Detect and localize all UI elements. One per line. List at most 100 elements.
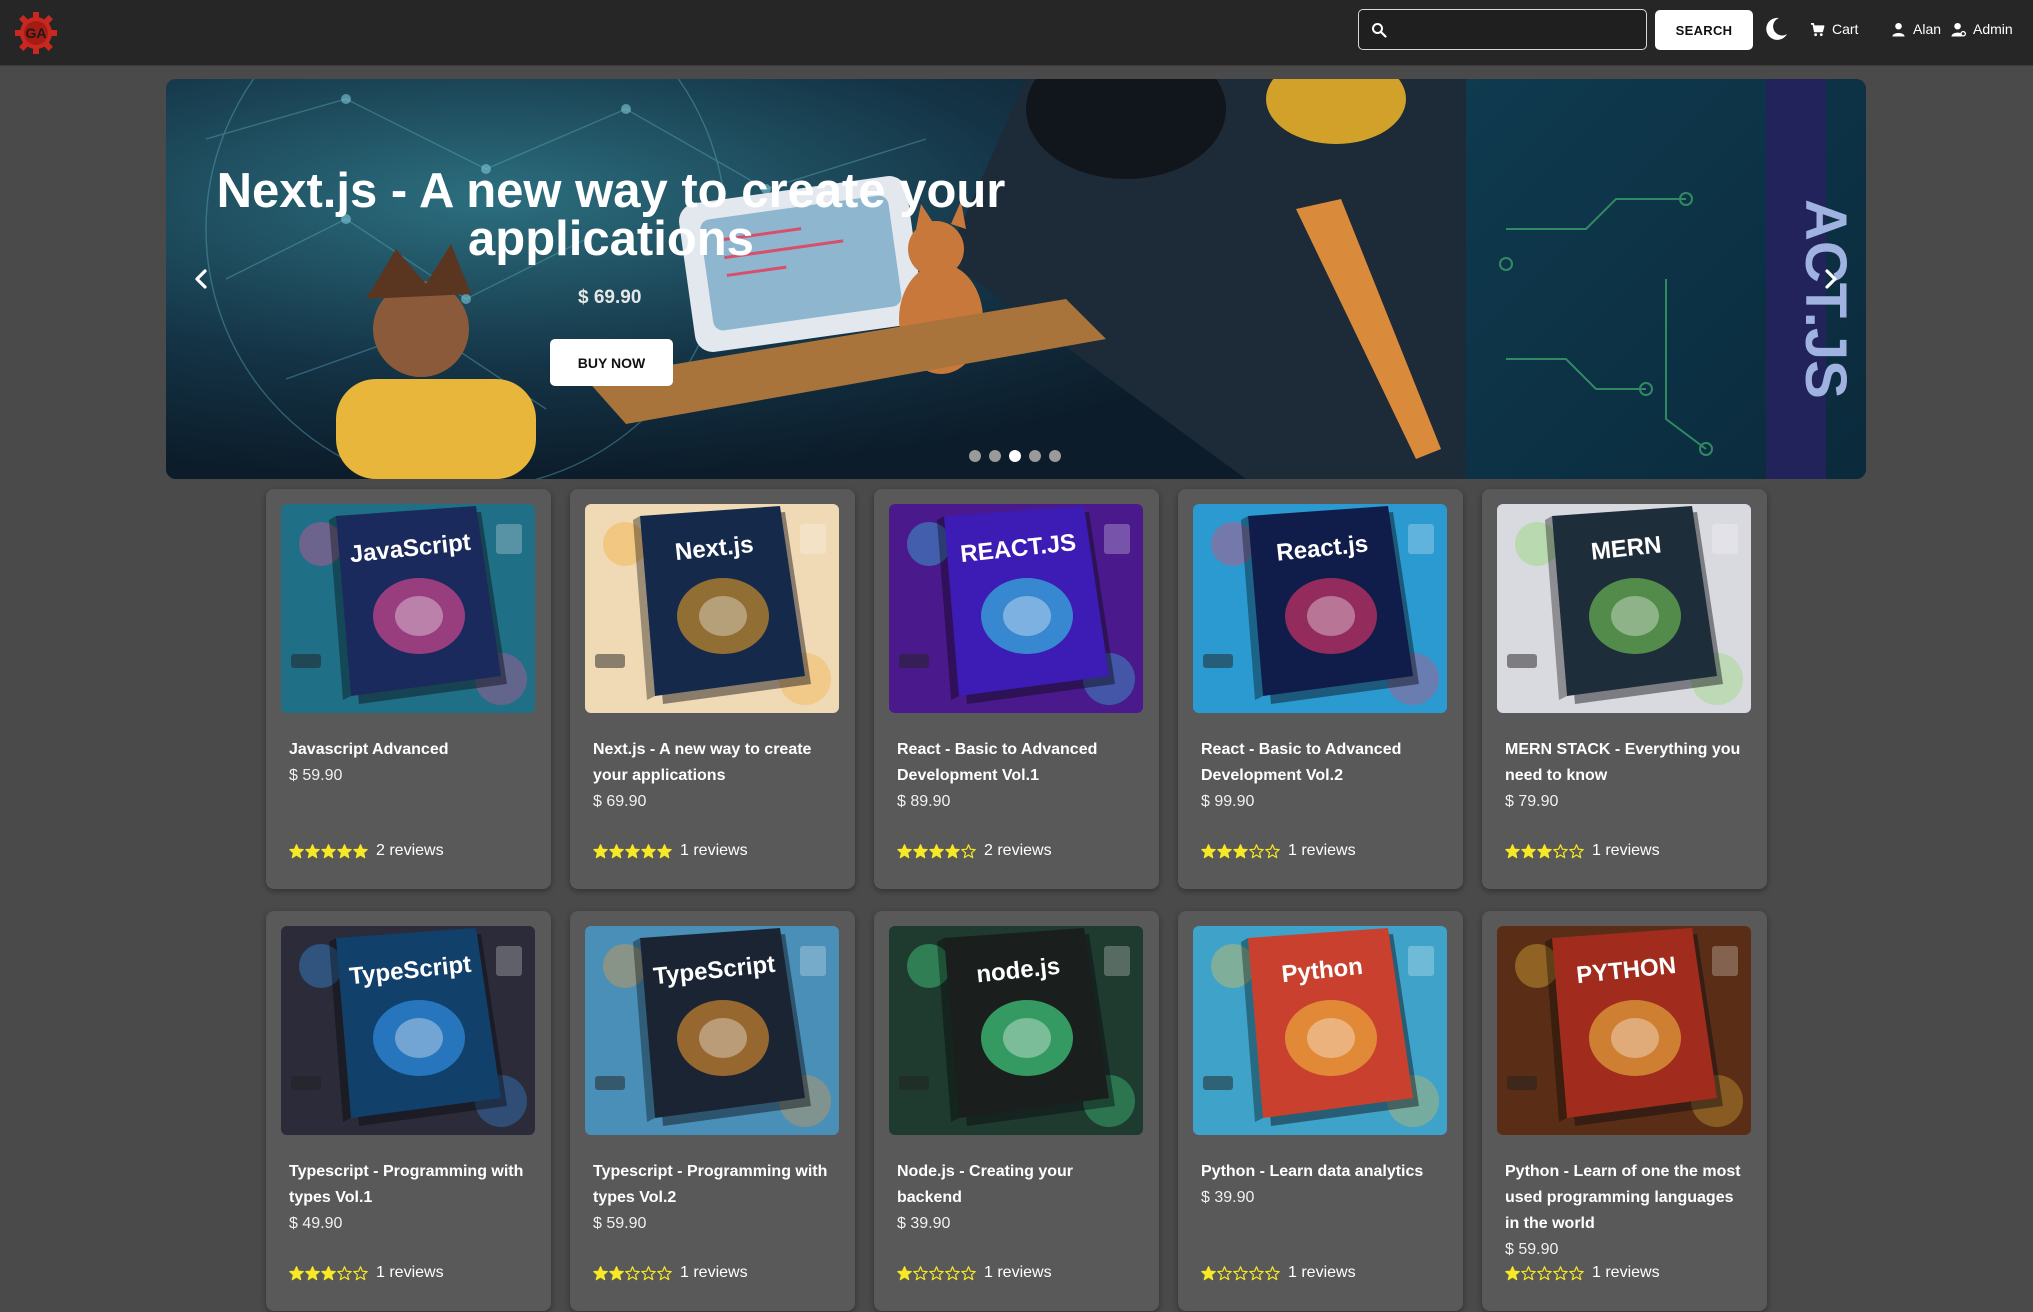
product-card[interactable]: REACT.JS React - Basic to Advanced Develo…: [874, 489, 1159, 889]
star-filled-icon: [929, 843, 944, 858]
product-info: React - Basic to Advanced Development Vo…: [1201, 737, 1446, 815]
user-icon: [1892, 22, 1905, 37]
product-card[interactable]: PYTHON Python - Learn of one the most use…: [1482, 911, 1767, 1311]
product-name[interactable]: Typescript - Programming with types Vol.…: [593, 1163, 827, 1206]
product-image[interactable]: PYTHON: [1497, 926, 1751, 1135]
product-info: Typescript - Programming with types Vol.…: [289, 1159, 534, 1237]
star-empty-icon: [641, 1265, 656, 1280]
product-price: $ 59.90: [289, 767, 343, 784]
product-image[interactable]: node.js: [889, 926, 1143, 1135]
review-count: 1 reviews: [680, 1264, 748, 1281]
star-empty-icon: [657, 1265, 672, 1280]
product-info: MERN STACK - Everything you need to know…: [1505, 737, 1750, 815]
star-filled-icon: [593, 843, 608, 858]
product-name[interactable]: Python - Learn data analytics: [1201, 1163, 1423, 1180]
rating-stars: [289, 1265, 368, 1281]
product-name[interactable]: Typescript - Programming with types Vol.…: [289, 1163, 523, 1206]
star-empty-icon: [337, 1265, 352, 1280]
product-price: $ 39.90: [1201, 1189, 1255, 1206]
product-info: Python - Learn data analytics $ 39.90: [1201, 1159, 1446, 1211]
rating-stars: [1201, 1265, 1280, 1281]
star-filled-icon: [1217, 843, 1232, 858]
cart-icon: [1810, 22, 1825, 36]
product-image[interactable]: React.js: [1193, 504, 1447, 713]
carousel-price: $ 69.90: [578, 287, 642, 308]
product-image[interactable]: JavaScript: [281, 504, 535, 713]
star-filled-icon: [1537, 843, 1552, 858]
carousel-title: Next.js - A new way to create your appli…: [206, 167, 1306, 264]
star-empty-icon: [353, 1265, 368, 1280]
star-filled-icon: [321, 843, 336, 858]
review-count: 1 reviews: [376, 1264, 444, 1281]
buy-now-button[interactable]: BUY NOW: [550, 339, 673, 386]
star-filled-icon: [625, 843, 640, 858]
carousel-next-icon[interactable]: [1816, 264, 1846, 294]
product-card[interactable]: node.js Node.js - Creating your backend $ …: [874, 911, 1159, 1311]
product-name[interactable]: React - Basic to Advanced Development Vo…: [897, 741, 1097, 784]
product-card[interactable]: TypeScript Typescript - Programming with …: [570, 911, 855, 1311]
rating-stars: [1505, 1265, 1584, 1281]
star-empty-icon: [1537, 1265, 1552, 1280]
star-empty-icon: [1521, 1265, 1536, 1280]
carousel-dot[interactable]: [989, 450, 1001, 462]
product-rating: 1 reviews: [593, 841, 748, 861]
hero-carousel: ACT.JS Next.js - A new way to create you…: [166, 79, 1866, 479]
product-name[interactable]: MERN STACK - Everything you need to know: [1505, 741, 1740, 784]
search-box[interactable]: [1358, 9, 1647, 50]
product-card[interactable]: JavaScript Javascript Advanced $ 59.90 2 re…: [266, 489, 551, 889]
product-image[interactable]: Next.js: [585, 504, 839, 713]
product-info: Javascript Advanced $ 59.90: [289, 737, 534, 789]
product-image[interactable]: TypeScript: [281, 926, 535, 1135]
admin-icon: [1951, 22, 1966, 37]
carousel-dot[interactable]: [1009, 450, 1021, 462]
product-info: Node.js - Creating your backend $ 39.90: [897, 1159, 1142, 1237]
product-image[interactable]: TypeScript: [585, 926, 839, 1135]
product-card[interactable]: Python Python - Learn data analytics $ 39.…: [1178, 911, 1463, 1311]
user-menu[interactable]: Alan: [1891, 19, 1941, 39]
cart-link[interactable]: Cart: [1810, 19, 1858, 39]
admin-label: Admin: [1973, 21, 2013, 37]
search-input[interactable]: [1395, 14, 1640, 45]
admin-menu[interactable]: Admin: [1951, 19, 2013, 39]
product-name[interactable]: Node.js - Creating your backend: [897, 1163, 1073, 1206]
star-empty-icon: [1249, 1265, 1264, 1280]
product-image[interactable]: MERN: [1497, 504, 1751, 713]
product-card[interactable]: React.js React - Basic to Advanced Develo…: [1178, 489, 1463, 889]
product-card[interactable]: Next.js Next.js - A new way to create you…: [570, 489, 855, 889]
star-empty-icon: [1265, 1265, 1280, 1280]
svg-text:ACT.JS: ACT.JS: [1793, 199, 1858, 399]
star-filled-icon: [897, 1265, 912, 1280]
review-count: 1 reviews: [1288, 1264, 1356, 1281]
logo-icon[interactable]: GA: [14, 11, 58, 55]
product-name[interactable]: React - Basic to Advanced Development Vo…: [1201, 741, 1401, 784]
star-filled-icon: [593, 1265, 608, 1280]
carousel-slide-image[interactable]: ACT.JS: [166, 79, 1866, 479]
product-name[interactable]: Next.js - A new way to create your appli…: [593, 741, 811, 784]
carousel-dot[interactable]: [969, 450, 981, 462]
star-empty-icon: [1233, 1265, 1248, 1280]
star-filled-icon: [945, 843, 960, 858]
product-image[interactable]: Python: [1193, 926, 1447, 1135]
product-info: Typescript - Programming with types Vol.…: [593, 1159, 838, 1237]
product-rating: 1 reviews: [289, 1263, 444, 1283]
product-price: $ 89.90: [897, 793, 951, 810]
carousel-dot[interactable]: [1029, 450, 1041, 462]
product-image[interactable]: REACT.JS: [889, 504, 1143, 713]
product-rating: 1 reviews: [1201, 1263, 1356, 1283]
rating-stars: [897, 1265, 976, 1281]
star-filled-icon: [305, 843, 320, 858]
star-empty-icon: [625, 1265, 640, 1280]
review-count: 2 reviews: [376, 842, 444, 859]
product-name[interactable]: Python - Learn of one the most used prog…: [1505, 1163, 1741, 1232]
product-card[interactable]: TypeScript Typescript - Programming with …: [266, 911, 551, 1311]
user-name: Alan: [1913, 21, 1942, 37]
product-name[interactable]: Javascript Advanced: [289, 741, 448, 758]
search-button[interactable]: SEARCH: [1655, 10, 1753, 50]
product-rating: 1 reviews: [593, 1263, 748, 1283]
carousel-prev-icon[interactable]: [186, 264, 216, 294]
dark-mode-toggle-icon[interactable]: [1762, 15, 1790, 43]
product-card[interactable]: MERN MERN STACK - Everything you need to …: [1482, 489, 1767, 889]
carousel-dot[interactable]: [1049, 450, 1061, 462]
star-empty-icon: [929, 1265, 944, 1280]
product-price: $ 69.90: [593, 793, 647, 810]
